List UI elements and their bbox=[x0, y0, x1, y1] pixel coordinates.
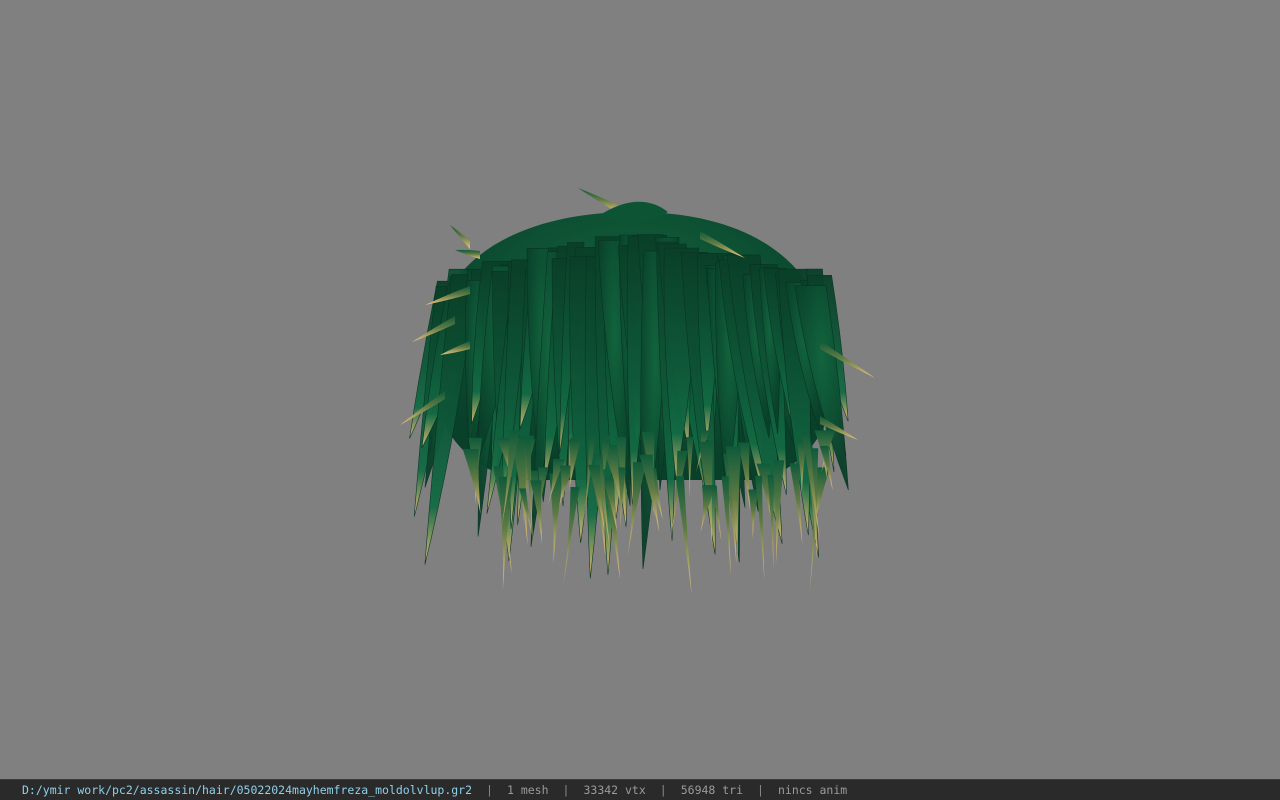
separator: | bbox=[562, 783, 570, 797]
triangle-count: 56948 tri bbox=[680, 783, 744, 797]
hair-flyaway bbox=[455, 249, 480, 259]
hair-model-preview[interactable] bbox=[0, 0, 1280, 779]
3d-viewport[interactable] bbox=[0, 0, 1280, 779]
hair-strands bbox=[409, 234, 849, 579]
hair-tip bbox=[748, 489, 759, 539]
separator: | bbox=[659, 783, 667, 797]
separator: | bbox=[486, 783, 493, 797]
anim-status: nincs anim bbox=[777, 783, 848, 797]
status-bar: D:/ymir work/pc2/assassin/hair/05022024m… bbox=[0, 779, 1280, 800]
hair-tip bbox=[549, 473, 564, 565]
hair-flyaway bbox=[450, 225, 470, 249]
hair-tip bbox=[462, 448, 481, 515]
vertex-count: 33342 vtx bbox=[583, 783, 646, 797]
separator: | bbox=[757, 783, 764, 797]
mesh-count: 1 mesh bbox=[506, 783, 549, 797]
file-path: D:/ymir work/pc2/assassin/hair/05022024m… bbox=[22, 783, 473, 797]
